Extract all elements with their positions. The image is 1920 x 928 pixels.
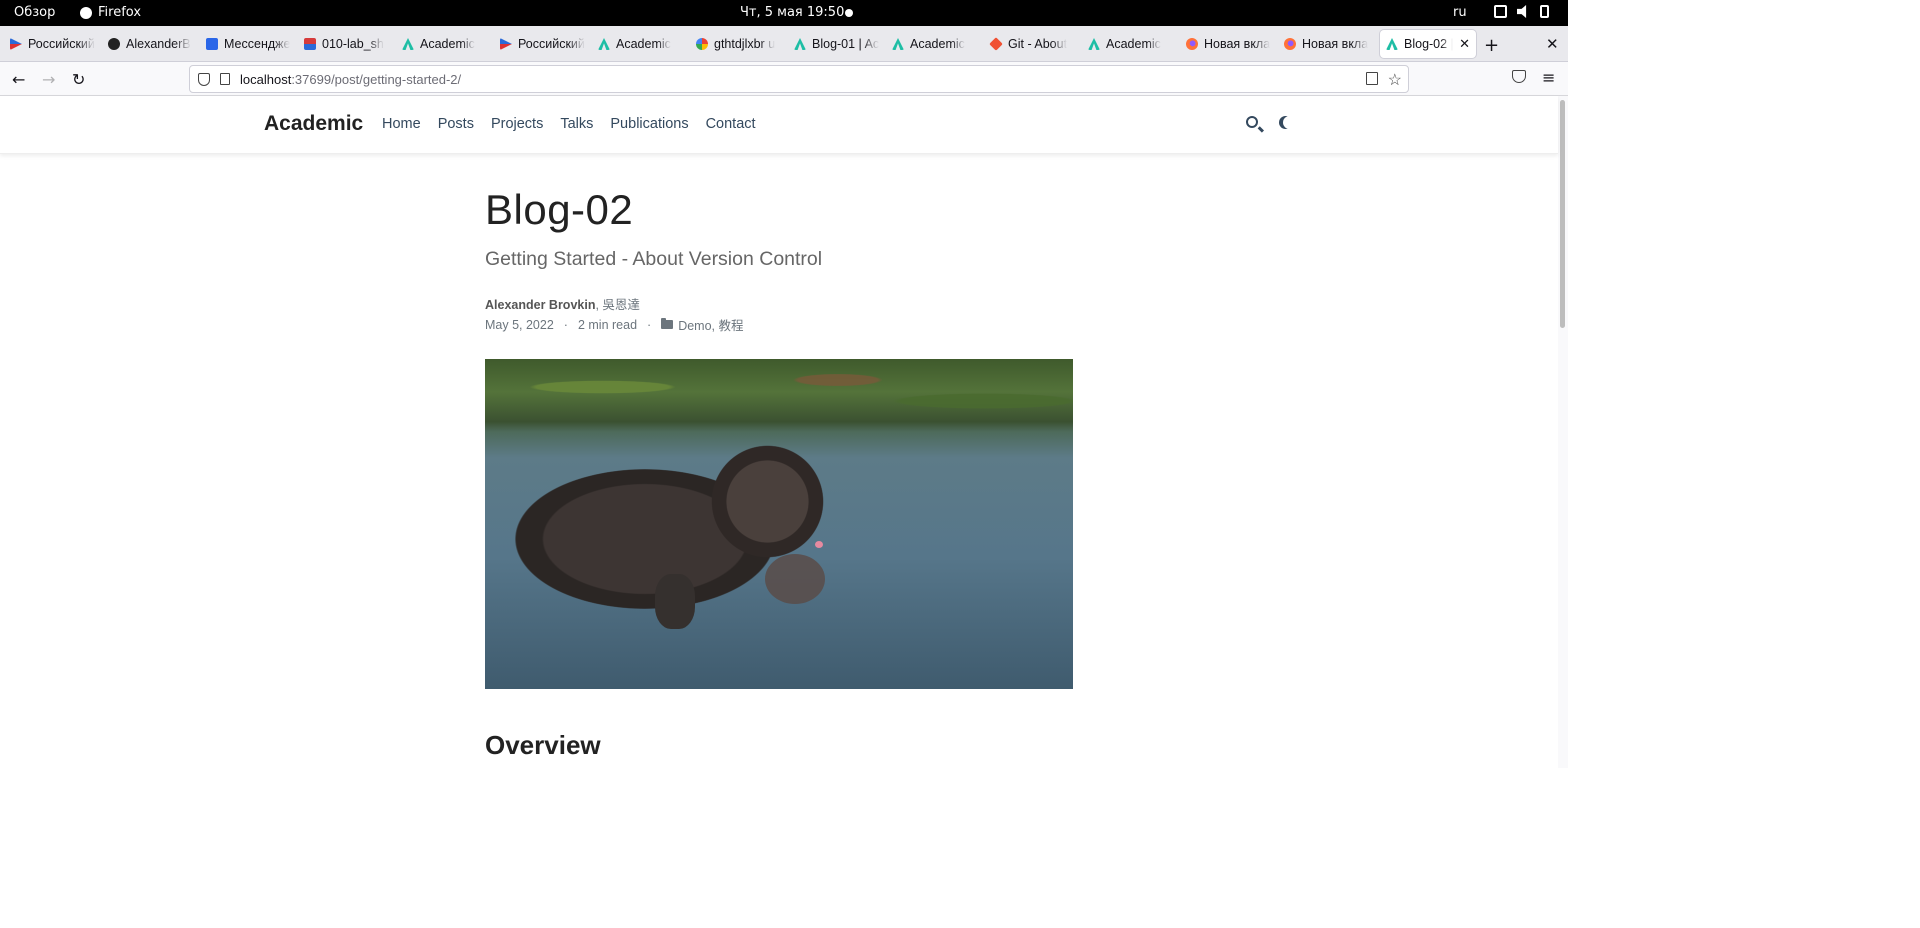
site-nav: Home Posts Projects Talks Publications C… [382,116,756,132]
navigation-toolbar: ← → ↻ localhost:37699/post/getting-start… [0,62,1568,96]
tab-active[interactable]: Blog-02 | ✕ [1380,30,1476,58]
article-title: Blog-02 [485,186,634,233]
github-icon [108,38,120,50]
git-icon [989,37,1003,51]
meta-separator: · [563,317,568,332]
network-icon [1494,5,1507,18]
tab[interactable]: Новая вкла [1180,30,1278,58]
nav-posts[interactable]: Posts [438,116,474,132]
tab[interactable]: Российский [4,30,102,58]
academic-icon [794,38,806,50]
nav-home[interactable]: Home [382,116,421,132]
new-tab-button[interactable]: + [1484,35,1499,56]
academic-icon [1088,38,1100,50]
forward-button[interactable]: → [42,70,55,89]
tab-strip: Российский AlexanderB Мессендже 010-lab_… [0,26,1568,62]
author-secondary: , 吳恩達 [595,298,640,312]
scrollbar-thumb[interactable] [1560,100,1565,328]
keyboard-layout[interactable]: ru [1453,5,1467,20]
meta-separator: · [647,317,652,332]
search-icon[interactable] [1246,116,1258,128]
russia-flag-icon [10,38,22,50]
author-link[interactable]: Alexander Brovkin [485,298,595,312]
nav-projects[interactable]: Projects [491,116,543,132]
reload-button[interactable]: ↻ [72,70,85,89]
tab[interactable]: 010-lab_sh [298,30,396,58]
firefox-icon [1186,38,1198,50]
tab[interactable]: gthtdjlxbr u [690,30,788,58]
close-window-icon[interactable]: ✕ [1546,35,1559,53]
tab[interactable]: Academic [886,30,984,58]
battery-icon [1540,5,1549,18]
academic-icon [1386,38,1398,50]
folder-icon [661,318,674,329]
nav-publications[interactable]: Publications [610,116,688,132]
url-path: :37699/post/getting-started-2/ [291,71,462,87]
close-tab-icon[interactable]: ✕ [1459,36,1470,52]
tab[interactable]: Academic [396,30,494,58]
url-host: localhost [240,71,292,87]
tab[interactable]: Российский [494,30,592,58]
site-brand[interactable]: Academic [264,112,363,136]
russia-flag-icon [500,38,512,50]
tab[interactable]: Мессендже [200,30,298,58]
nav-contact[interactable]: Contact [706,116,756,132]
article-authors: Alexander Brovkin, 吳恩達 [485,294,640,313]
article-subtitle: Getting Started - About Version Control [485,248,823,270]
bookmark-star-icon[interactable]: ☆ [1388,70,1402,90]
tab[interactable]: Blog-01 | Ac [788,30,886,58]
tab[interactable]: Git - About [984,30,1082,58]
site-header: Academic Home Posts Projects Talks Publi… [0,96,1558,154]
read-time: 2 min read [577,317,638,332]
academic-icon [598,38,610,50]
lab-icon [304,38,316,50]
google-icon [696,38,708,50]
reader-view-icon[interactable] [1366,72,1378,85]
featured-image [485,359,1073,689]
firefox-icon [1284,38,1296,50]
nav-talks[interactable]: Talks [560,116,593,132]
notification-dot-icon [845,9,853,17]
page-info-icon[interactable] [220,73,230,85]
academic-icon [892,38,904,50]
tab[interactable]: Academic [592,30,690,58]
pocket-icon[interactable] [1512,70,1526,83]
clock[interactable]: Чт, 5 мая 19:50 [740,5,844,20]
tab[interactable]: AlexanderB [102,30,200,58]
url-bar[interactable]: localhost:37699/post/getting-started-2/ … [189,65,1409,93]
volume-icon [1517,5,1527,18]
article-date: May 5, 2022 [485,317,554,332]
article-categories[interactable]: Demo, 教程 [678,315,743,334]
tab[interactable]: Academic [1082,30,1180,58]
tracking-protection-icon[interactable] [198,72,210,86]
back-button[interactable]: ← [12,70,25,89]
tab[interactable]: Новая вкла [1278,30,1376,58]
app-menu[interactable]: Firefox [80,5,141,20]
system-menu[interactable] [1494,5,1549,18]
academic-icon [402,38,414,50]
page-scrollbar[interactable] [1558,96,1568,768]
section-heading: Overview [485,730,601,760]
firefox-icon [80,6,92,19]
hamburger-menu-icon[interactable]: ≡ [1542,68,1555,87]
messenger-icon [206,38,218,50]
system-top-bar: Обзор Firefox Чт, 5 мая 19:50 ru [0,0,1568,26]
app-name: Firefox [98,5,142,20]
dark-mode-moon-icon[interactable] [1283,116,1296,129]
article-meta: May 5, 2022 · 2 min read · Demo, 教程 [485,315,744,334]
activities-button[interactable]: Обзор [14,5,55,20]
